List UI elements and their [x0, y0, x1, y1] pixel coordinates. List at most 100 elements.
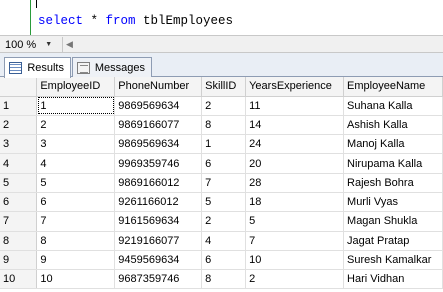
results-grid[interactable]: EmployeeID PhoneNumber SkillID YearsExpe…: [0, 77, 443, 292]
table-cell[interactable]: 9869569634: [114, 134, 203, 155]
table-cell[interactable]: 9: [36, 250, 116, 271]
table-cell[interactable]: Suresh Kamalkar: [343, 250, 443, 271]
table-cell[interactable]: 28: [245, 173, 345, 193]
results-table: EmployeeID PhoneNumber SkillID YearsExpe…: [0, 77, 443, 290]
table-row[interactable]: 2 2 9869166077 8 14 Ashish Kalla: [0, 115, 443, 136]
table-row[interactable]: 1 1 9869569634 2 11 Suhana Kalla: [0, 96, 443, 116]
table-row[interactable]: 9 9 9459569634 6 10 Suresh Kamalkar: [0, 250, 443, 271]
table-cell[interactable]: 5: [245, 211, 345, 232]
table-cell[interactable]: 7: [201, 173, 247, 193]
table-cell[interactable]: 8: [201, 115, 247, 136]
table-cell[interactable]: Rajesh Bohra: [343, 173, 443, 193]
table-cell[interactable]: 9869166012: [114, 173, 203, 193]
keyword-from: from: [105, 14, 136, 28]
table-cell[interactable]: 4: [201, 231, 247, 251]
table-row[interactable]: 10 10 9687359746 8 2 Hari Vidhan: [0, 269, 443, 290]
header-row: EmployeeID PhoneNumber SkillID YearsExpe…: [0, 77, 443, 97]
table-cell[interactable]: Manoj Kalla: [343, 134, 443, 155]
table-cell[interactable]: 5: [201, 192, 247, 213]
table-cell[interactable]: 11: [245, 96, 345, 116]
column-header-employeeid[interactable]: EmployeeID: [36, 77, 116, 97]
row-number-cell[interactable]: 3: [0, 134, 38, 155]
table-cell[interactable]: Suhana Kalla: [343, 96, 443, 116]
table-cell[interactable]: 9459569634: [114, 250, 203, 271]
row-number-cell[interactable]: 9: [0, 250, 38, 271]
table-cell[interactable]: 6: [36, 192, 116, 213]
tab-results[interactable]: Results: [4, 57, 71, 78]
table-cell[interactable]: 6: [201, 153, 247, 174]
table-row[interactable]: 6 6 9261166012 5 18 Murli Vyas: [0, 192, 443, 213]
table-cell[interactable]: 8: [36, 231, 116, 251]
row-number-cell[interactable]: 5: [0, 173, 38, 193]
row-number-header[interactable]: [0, 77, 38, 97]
table-cell[interactable]: 9219166077: [114, 231, 203, 251]
column-header-yearsexperience[interactable]: YearsExperience: [245, 77, 345, 97]
table-cell[interactable]: 9687359746: [114, 269, 203, 290]
table-cell[interactable]: 10: [245, 250, 345, 271]
table-cell[interactable]: 3: [36, 134, 116, 155]
query-editor[interactable]: select * from tblEmployees: [0, 0, 443, 35]
row-number-cell[interactable]: 6: [0, 192, 38, 213]
star-token: *: [83, 14, 106, 28]
table-cell[interactable]: Nirupama Kalla: [343, 153, 443, 174]
table-cell[interactable]: 2: [36, 115, 116, 136]
table-cell[interactable]: 2: [201, 211, 247, 232]
zoom-separator: [62, 37, 63, 52]
keyword-select: select: [38, 14, 84, 28]
row-number-cell[interactable]: 10: [0, 269, 38, 290]
table-cell[interactable]: 9261166012: [114, 192, 203, 213]
table-row[interactable]: 7 7 9161569634 2 5 Magan Shukla: [0, 211, 443, 232]
caret-line: [36, 0, 37, 8]
table-cell[interactable]: 20: [245, 153, 345, 174]
change-indicator-bar: [30, 0, 31, 35]
zoom-value: 100 %: [5, 38, 37, 51]
table-cell[interactable]: 9869166077: [114, 115, 203, 136]
table-cell[interactable]: 7: [245, 231, 345, 251]
row-number-cell[interactable]: 7: [0, 211, 38, 232]
scroll-left-icon[interactable]: ◀: [66, 39, 73, 50]
column-header-employeename[interactable]: EmployeeName: [343, 77, 443, 97]
table-name-token: tblEmployees: [135, 14, 234, 28]
results-tab-strip: Results Messages: [0, 53, 443, 78]
row-number-cell[interactable]: 8: [0, 231, 38, 251]
table-cell[interactable]: 4: [36, 153, 116, 174]
column-header-phonenumber[interactable]: PhoneNumber: [114, 77, 203, 97]
zoom-bar: 100 % ▼ ◀: [0, 35, 443, 53]
table-cell[interactable]: 8: [201, 269, 247, 290]
grid-icon: [9, 62, 23, 74]
column-header-skillid[interactable]: SkillID: [201, 77, 247, 97]
tab-messages[interactable]: Messages: [72, 57, 152, 77]
zoom-dropdown[interactable]: 100 % ▼: [2, 37, 58, 52]
table-cell[interactable]: Ashish Kalla: [343, 115, 443, 136]
row-number-cell[interactable]: 2: [0, 115, 38, 136]
table-row[interactable]: 4 4 9969359746 6 20 Nirupama Kalla: [0, 153, 443, 174]
tab-messages-label: Messages: [94, 61, 145, 74]
table-cell[interactable]: 2: [201, 96, 247, 116]
table-cell[interactable]: 7: [36, 211, 116, 232]
table-cell[interactable]: 10: [36, 269, 116, 290]
table-cell[interactable]: 2: [245, 269, 345, 290]
table-cell[interactable]: Hari Vidhan: [343, 269, 443, 290]
table-cell[interactable]: Magan Shukla: [343, 211, 443, 232]
table-cell[interactable]: Murli Vyas: [343, 192, 443, 213]
tab-results-label: Results: [27, 62, 64, 74]
messages-icon: [77, 61, 90, 74]
table-cell[interactable]: 9969359746: [114, 153, 203, 174]
table-row[interactable]: 8 8 9219166077 4 7 Jagat Pratap: [0, 231, 443, 251]
table-cell[interactable]: 24: [245, 134, 345, 155]
sql-query-text[interactable]: select * from tblEmployees: [38, 14, 233, 28]
table-row[interactable]: 5 5 9869166012 7 28 Rajesh Bohra: [0, 173, 443, 193]
table-cell[interactable]: 14: [245, 115, 345, 136]
table-cell[interactable]: 18: [245, 192, 345, 213]
table-cell[interactable]: 9869569634: [114, 96, 203, 116]
row-number-cell[interactable]: 4: [0, 153, 38, 174]
table-row[interactable]: 3 3 9869569634 1 24 Manoj Kalla: [0, 134, 443, 155]
table-cell[interactable]: 6: [201, 250, 247, 271]
row-number-cell[interactable]: 1: [0, 96, 38, 116]
table-cell[interactable]: Jagat Pratap: [343, 231, 443, 251]
table-cell[interactable]: 5: [36, 173, 116, 193]
table-cell[interactable]: 1: [201, 134, 247, 155]
table-cell[interactable]: 9161569634: [114, 211, 203, 232]
chevron-down-icon[interactable]: ▼: [45, 41, 52, 48]
table-cell[interactable]: 1: [36, 96, 116, 116]
